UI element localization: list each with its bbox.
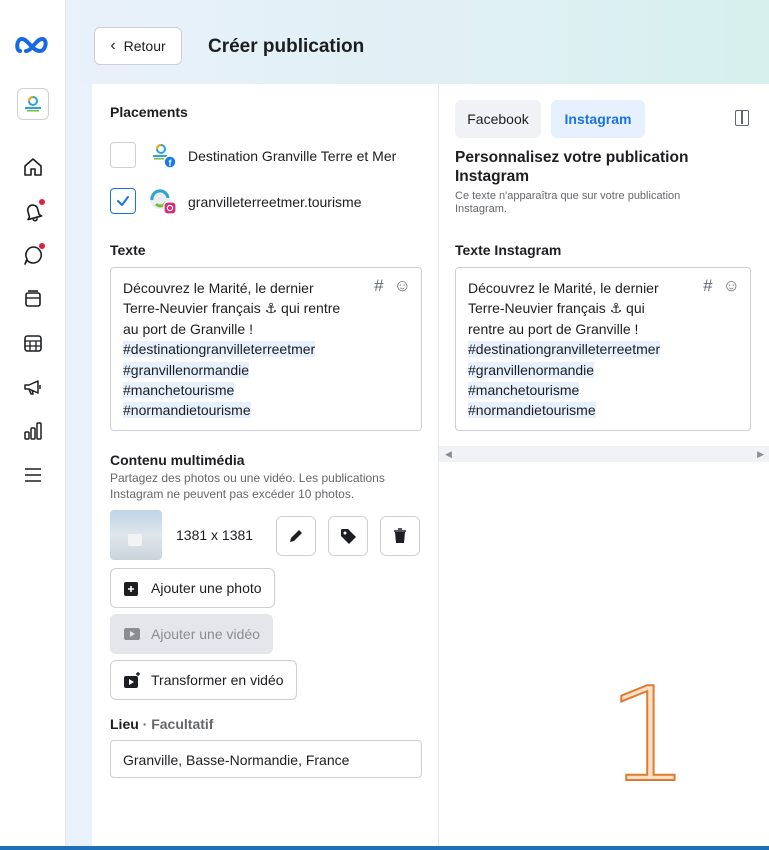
content-icon[interactable] [20,286,46,312]
customize-subtitle: Ce texte n'apparaîtra que sur votre publ… [455,190,745,216]
checkmark-icon [117,196,129,206]
emoji-icon[interactable]: ☺ [723,276,740,296]
hashtag: #granvillenormandie [468,361,595,378]
instagram-account-name: granvilleterreetmer.tourisme [188,194,362,210]
home-icon[interactable] [20,154,46,180]
chat-icon[interactable] [20,242,46,268]
megaphone-icon[interactable] [20,374,46,400]
scroll-right-icon[interactable]: ▶ [757,449,764,460]
video-icon [124,628,140,640]
location-heading: Lieu · Facultatif [110,716,213,732]
annotation-number: 1 [606,659,691,811]
location-input[interactable]: Granville, Basse-Normandie, France [110,740,422,778]
hashtag: #normandietourisme [468,402,596,419]
media-thumbnail[interactable] [110,510,162,560]
hashtag: #destinationgranvilleterreetmer [468,341,661,358]
calendar-icon[interactable] [20,330,46,356]
instagram-icon [163,201,177,215]
tab-instagram[interactable]: Instagram [551,100,645,138]
notification-dot [39,243,45,249]
customize-title-line: Instagram [455,168,530,185]
hashtag-icon[interactable]: # [703,276,712,296]
text-line: rentre au port de Granville ! [468,320,639,337]
instagram-text-content: Découvrez le Marité, le dernier Terre-Ne… [468,278,661,421]
menu-icon[interactable] [20,462,46,488]
left-gutter [66,84,92,846]
add-photo-button[interactable]: Ajouter une photo [110,568,275,608]
location-optional: · Facultatif [142,716,214,732]
page-title: Créer publication [208,36,365,57]
granville-logo-icon [25,96,41,112]
panel-layout-icon[interactable] [735,110,749,126]
post-text-content: Découvrez le Marité, le dernier Terre-Ne… [123,278,340,421]
text-line: au port de Granville ! [123,320,253,337]
post-form: Placements f Destination Granville Terre… [92,84,438,846]
hashtag: #normandietourisme [123,402,251,419]
text-line: Découvrez le Marité, le dernier [468,280,659,296]
media-heading: Contenu multimédia [110,452,245,468]
add-photo-label: Ajouter une photo [151,580,262,596]
placements-heading: Placements [110,104,188,120]
bell-icon[interactable] [20,198,46,224]
instagram-text-editor[interactable]: Découvrez le Marité, le dernier Terre-Ne… [455,267,751,431]
add-photo-icon [124,582,138,596]
media-description-line: Instagram ne peuvent pas excéder 10 phot… [110,487,355,501]
media-description-line: Partagez des photos ou une vidéo. Les pu… [110,471,385,485]
convert-to-video-button[interactable]: Transformer en vidéo [110,660,297,700]
delete-media-button[interactable] [380,516,420,556]
tag-media-button[interactable] [328,516,368,556]
hashtag: #granvillenormandie [123,361,250,378]
pencil-icon [290,530,302,542]
header-bar: ‹ Retour Créer publication [66,0,769,84]
customize-subtitle-line: Instagram. [455,203,507,215]
text-line: Découvrez le Marité, le dernier [123,280,314,296]
horizontal-scrollbar[interactable]: ◀ ▶ [439,446,769,462]
instagram-account-avatar [148,186,178,216]
customize-title: Personnalisez votre publication Instagra… [455,148,745,186]
customize-subtitle-line: Ce texte n'apparaîtra que sur votre publ… [455,190,681,202]
hashtag: #manchetourisme [123,382,235,399]
facebook-page-avatar: f [148,140,178,170]
sparkle-video-icon [124,672,140,688]
trash-icon [394,528,406,543]
facebook-placement-checkbox[interactable] [110,142,136,168]
facebook-account-name: Destination Granville Terre et Mer [188,148,397,164]
media-dimensions: 1381 x 1381 [176,527,254,543]
post-text-editor[interactable]: Découvrez le Marité, le dernier Terre-Ne… [110,267,422,431]
notification-dot [39,199,45,205]
text-line: Terre-Neuvier français ⚓ qui rentre [123,300,341,317]
scroll-left-icon[interactable]: ◀ [445,449,452,460]
tag-icon [341,529,356,544]
customize-title-line: Personnalisez votre publication [455,149,689,166]
instagram-text-heading: Texte Instagram [455,242,562,258]
edit-media-button[interactable] [276,516,316,556]
instagram-placement-checkbox[interactable] [110,188,136,214]
text-heading: Texte [110,242,146,258]
convert-to-video-label: Transformer en vidéo [151,672,284,688]
back-button[interactable]: ‹ Retour [94,27,182,65]
hashtag: #destinationgranvilleterreetmer [123,341,316,358]
back-label: Retour [123,38,166,54]
hashtag: #manchetourisme [468,382,580,399]
add-video-button[interactable]: Ajouter une vidéo [110,614,273,654]
add-video-label: Ajouter une vidéo [151,626,260,642]
meta-logo-icon[interactable] [14,30,54,60]
emoji-icon[interactable]: ☺ [394,276,411,296]
chevron-left-icon: ‹ [110,37,116,54]
insights-icon[interactable] [20,418,46,444]
hashtag-icon[interactable]: # [374,276,383,296]
location-label: Lieu [110,716,139,732]
placement-customization-panel: Facebook Instagram Personnalisez votre p… [438,84,769,846]
left-nav-rail [0,0,66,846]
text-line: Terre-Neuvier français ⚓ qui [468,300,645,317]
tab-facebook[interactable]: Facebook [455,100,541,138]
page-avatar[interactable] [17,88,49,120]
